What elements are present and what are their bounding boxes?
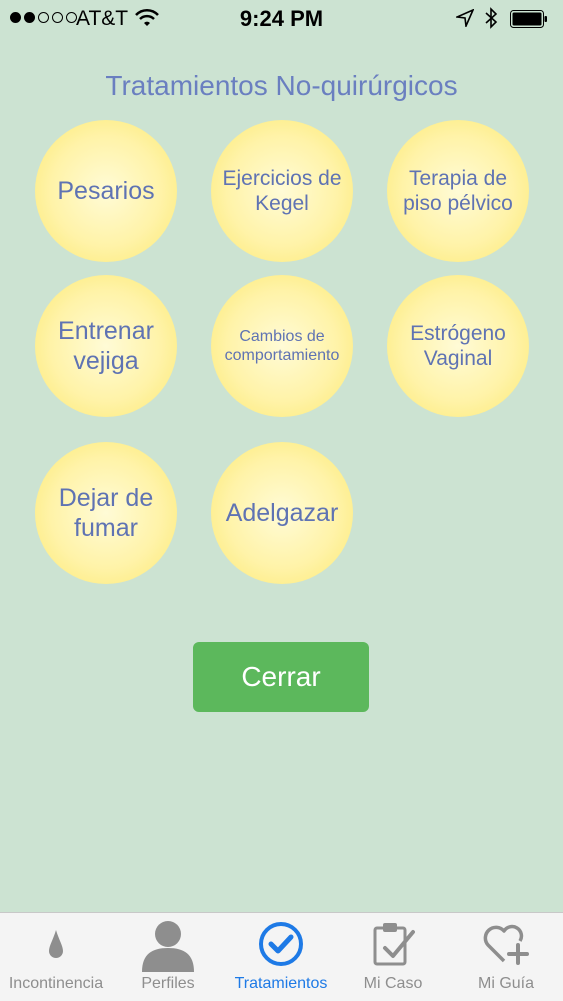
tab-mi-caso[interactable]: Mi Caso (337, 913, 449, 1001)
tab-bar: Incontinencia Perfiles Tratamientos Mi C… (0, 912, 563, 1001)
treatment-adelgazar[interactable]: Adelgazar (211, 442, 353, 584)
person-icon (142, 921, 194, 972)
bluetooth-icon (485, 7, 498, 29)
treatment-label: Cambios de comportamiento (224, 327, 340, 364)
clipboard-check-icon (373, 923, 415, 966)
treatment-label: Entrenar vejiga (58, 317, 154, 375)
tab-mi-guia[interactable]: Mi Guía (450, 913, 562, 1001)
tab-tratamientos[interactable]: Tratamientos (225, 913, 337, 1001)
tab-label: Mi Guía (477, 975, 534, 992)
status-bar: AT&T 9:24 PM (0, 0, 563, 40)
treatment-label: Pesarios (57, 177, 155, 205)
tab-incontinencia[interactable]: Incontinencia (0, 913, 112, 1001)
tab-label: Tratamientos (234, 975, 328, 992)
battery-icon (510, 10, 547, 28)
treatment-entrenar-vejiga[interactable]: Entrenar vejiga (35, 275, 177, 417)
page-title: Tratamientos No-quirúrgicos (105, 70, 458, 101)
treatment-label: Ejercicios de Kegel (222, 166, 342, 215)
treatment-label: Estrógeno Vaginal (410, 321, 506, 370)
tab-label: Mi Caso (363, 975, 423, 992)
treatment-kegel[interactable]: Ejercicios de Kegel (211, 120, 353, 262)
tab-label: Perfiles (141, 975, 195, 992)
clock: 9:24 PM (239, 6, 324, 31)
treatment-dejar-fumar[interactable]: Dejar de fumar (35, 442, 177, 584)
treatment-pesarios[interactable]: Pesarios (35, 120, 177, 262)
heart-plus-icon (483, 924, 529, 965)
tab-label: Incontinencia (8, 975, 104, 992)
close-button[interactable]: Cerrar (193, 642, 369, 712)
drop-icon (49, 930, 63, 958)
treatment-cambios-comportamiento[interactable]: Cambios de comportamiento (211, 275, 353, 417)
tab-perfiles[interactable]: Perfiles (112, 913, 224, 1001)
treatment-terapia-piso-pelvico[interactable]: Terapia de piso pélvico (387, 120, 529, 262)
check-circle-icon (259, 922, 303, 966)
treatment-label: Dejar de fumar (58, 484, 154, 542)
treatment-label: Adelgazar (225, 499, 339, 527)
location-arrow-icon (456, 9, 474, 27)
treatment-label: Terapia de piso pélvico (403, 166, 513, 215)
treatment-estrogeno-vaginal[interactable]: Estrógeno Vaginal (387, 275, 529, 417)
